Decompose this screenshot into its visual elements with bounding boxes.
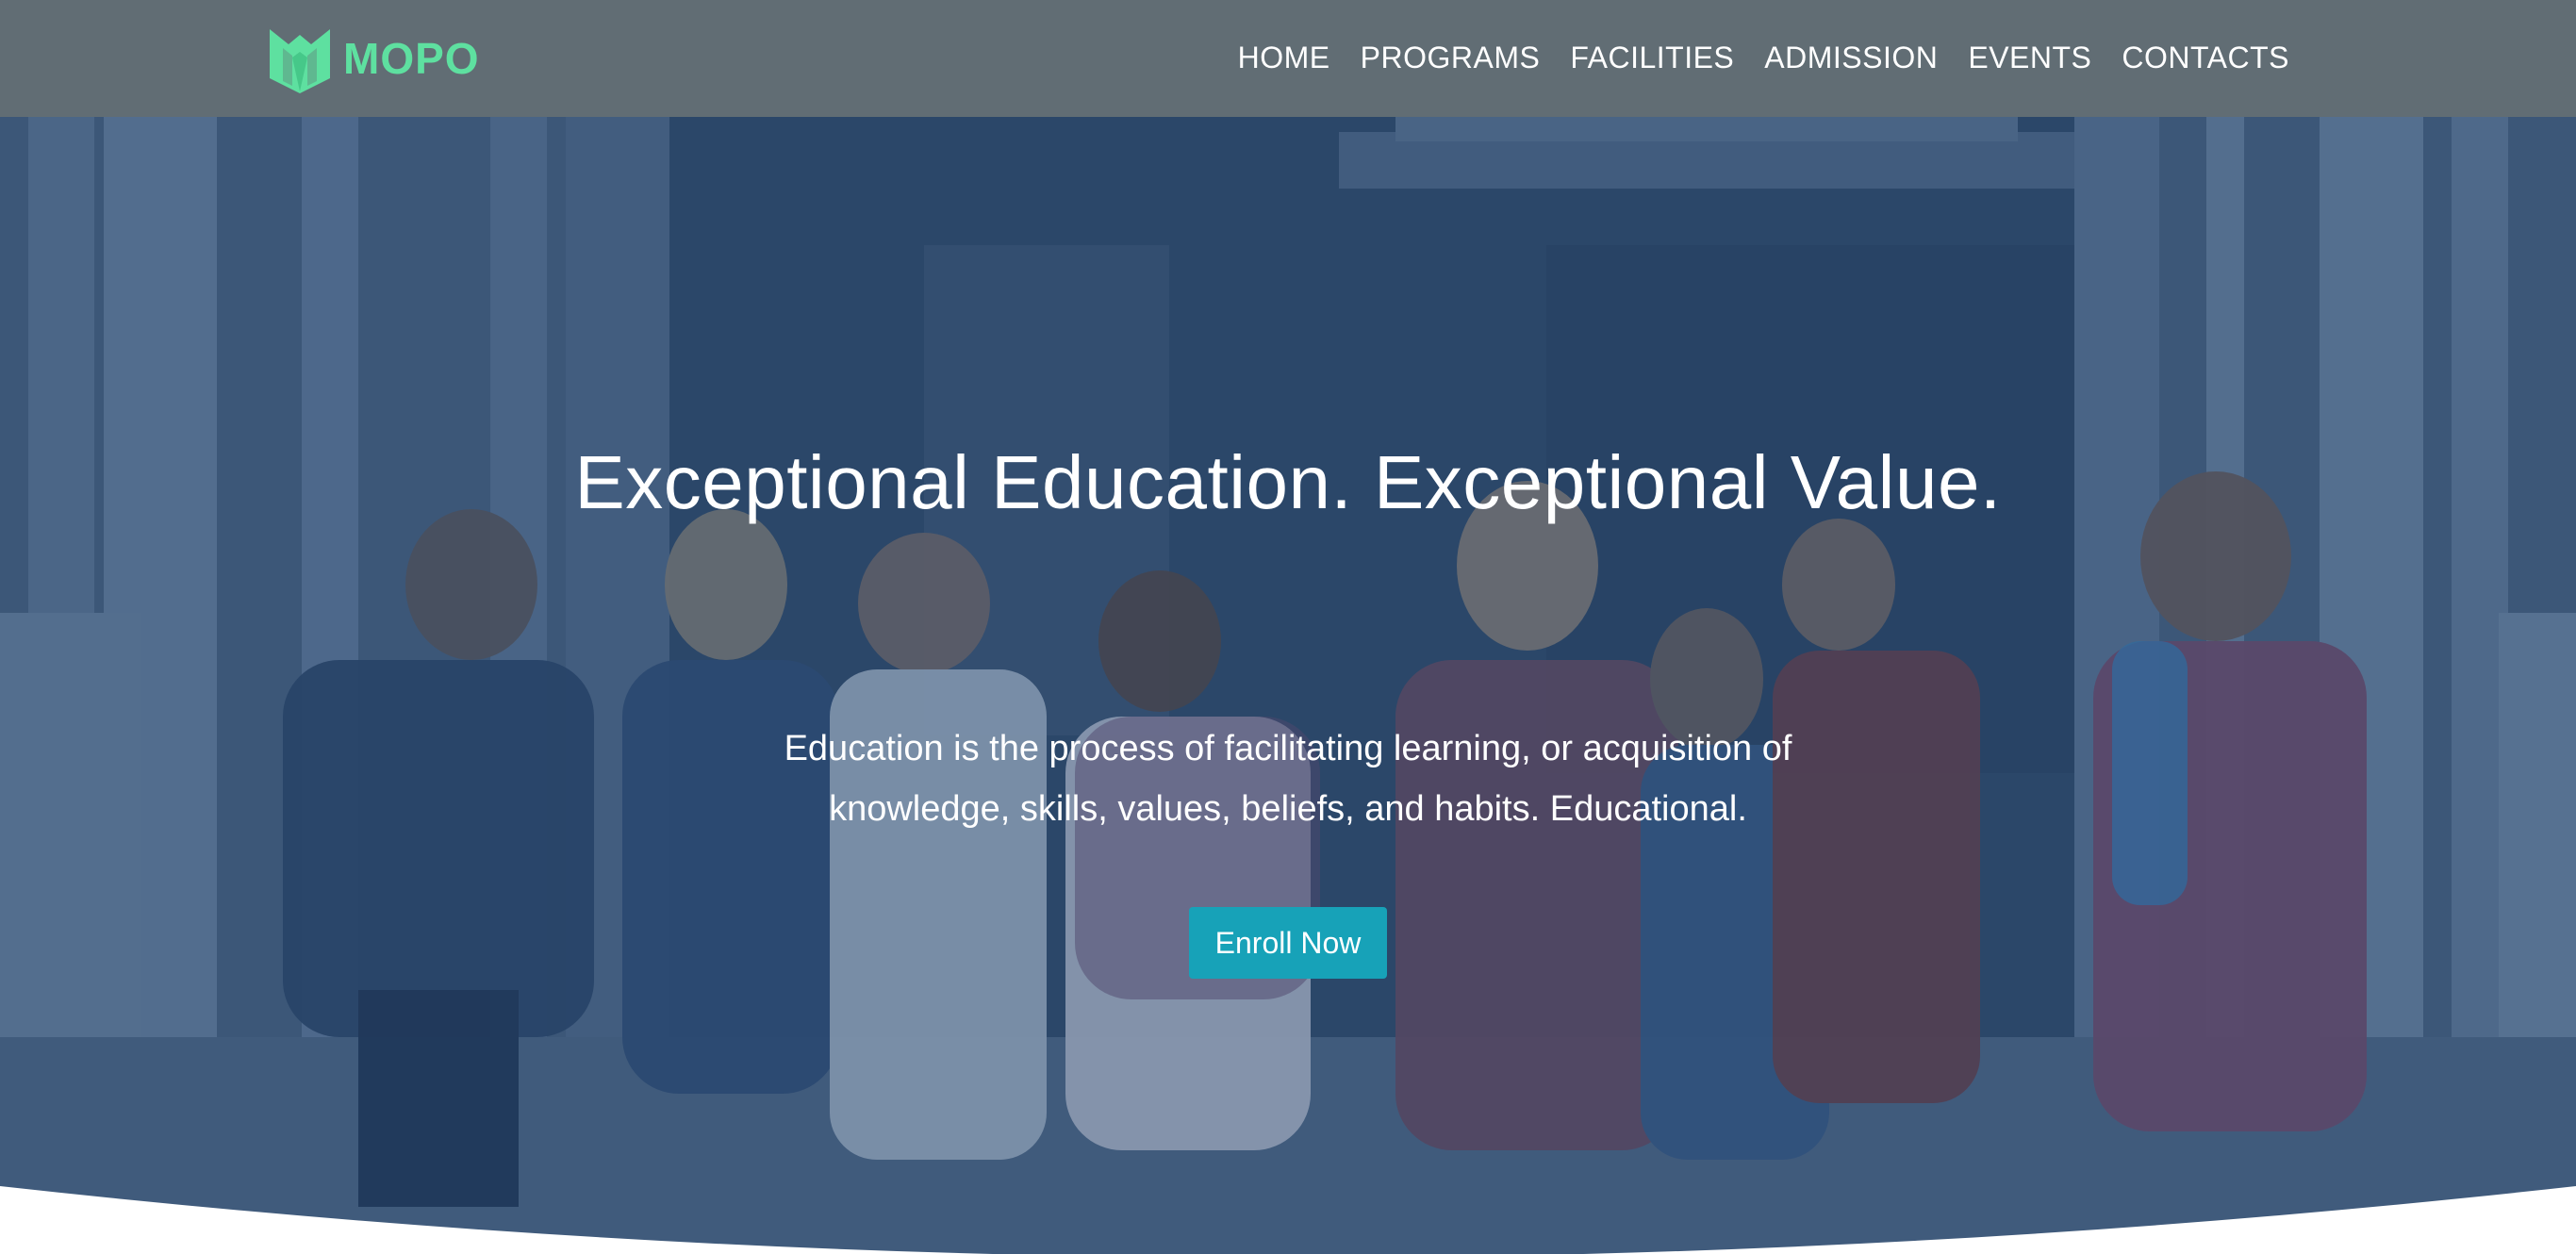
- page: Exceptional Education. Exceptional Value…: [0, 0, 2576, 1254]
- bottom-curve-divider: [0, 1186, 2576, 1254]
- hero-section: Exceptional Education. Exceptional Value…: [0, 0, 2576, 1254]
- site-header: MOPO HOME PROGRAMS FACILITIES ADMISSION …: [0, 0, 2576, 117]
- main-nav: HOME PROGRAMS FACILITIES ADMISSION EVENT…: [1238, 34, 2289, 81]
- nav-item-facilities[interactable]: FACILITIES: [1570, 41, 1734, 75]
- enroll-now-button[interactable]: Enroll Now: [1189, 907, 1387, 979]
- hero-content: Exceptional Education. Exceptional Value…: [0, 434, 2576, 979]
- nav-item-admission[interactable]: ADMISSION: [1764, 41, 1938, 75]
- m-shield-logo-icon: [270, 29, 330, 93]
- nav-item-home[interactable]: HOME: [1238, 41, 1330, 75]
- logo-text: MOPO: [343, 34, 480, 83]
- nav-item-programs[interactable]: PROGRAMS: [1361, 41, 1541, 75]
- hero-title: Exceptional Education. Exceptional Value…: [574, 440, 2002, 524]
- nav-item-contacts[interactable]: CONTACTS: [2122, 41, 2289, 75]
- hero-subtitle: Education is the process of facilitating…: [784, 729, 1792, 829]
- logo-link[interactable]: MOPO: [270, 23, 480, 94]
- nav-item-events[interactable]: EVENTS: [1968, 41, 2091, 75]
